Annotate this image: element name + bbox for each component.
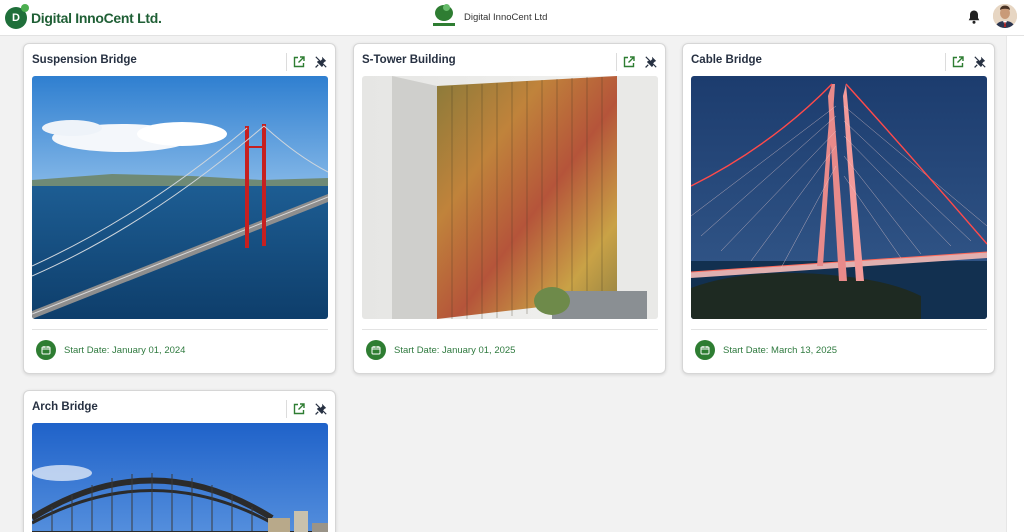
- pin-icon[interactable]: [315, 56, 327, 68]
- project-card-suspension-bridge[interactable]: Suspension Bridge Start Date: January 01…: [23, 43, 336, 374]
- cable-bridge-photo: [691, 76, 987, 319]
- project-title: Cable Bridge: [691, 54, 762, 66]
- open-external-icon[interactable]: [952, 56, 964, 68]
- arch-bridge-photo: [32, 423, 328, 532]
- card-actions: [286, 53, 327, 71]
- start-date-row: Start Date: March 13, 2025: [695, 340, 837, 360]
- project-title: S-Tower Building: [362, 54, 456, 66]
- brand-name: Digital InnoCent Ltd.: [31, 10, 162, 26]
- open-external-icon[interactable]: [623, 56, 635, 68]
- project-title: Arch Bridge: [32, 401, 98, 413]
- card-divider: [32, 329, 328, 330]
- calendar-icon: [366, 340, 386, 360]
- card-divider: [691, 329, 987, 330]
- project-title: Suspension Bridge: [32, 54, 137, 66]
- project-card-arch-bridge[interactable]: Arch Bridge: [23, 390, 336, 532]
- company-name: Digital InnoCent Ltd: [464, 11, 548, 23]
- bell-icon[interactable]: [966, 9, 982, 25]
- project-card-cable-bridge[interactable]: Cable Bridge Start Date: March 13, 2025: [682, 43, 995, 374]
- calendar-icon: [695, 340, 715, 360]
- open-external-icon[interactable]: [293, 403, 305, 415]
- center-company-logo: Digital InnoCent Ltd: [433, 4, 547, 30]
- brand-mark-icon: D: [5, 4, 29, 29]
- card-divider: [362, 329, 658, 330]
- suspension-bridge-photo: [32, 76, 328, 319]
- tower-building-photo: [362, 76, 658, 319]
- user-avatar[interactable]: [993, 4, 1017, 28]
- start-date-label: Start Date: March 13, 2025: [723, 344, 838, 356]
- start-date-label: Start Date: January 01, 2024: [64, 344, 186, 356]
- card-actions: [616, 53, 657, 71]
- pin-icon[interactable]: [315, 403, 327, 415]
- page-scrollbar[interactable]: [1006, 36, 1024, 532]
- start-date-row: Start Date: January 01, 2024: [36, 340, 185, 360]
- pin-icon[interactable]: [645, 56, 657, 68]
- top-navigation-bar: D Digital InnoCent Ltd. Digital InnoCent…: [0, 0, 1024, 36]
- project-card-s-tower-building[interactable]: S-Tower Building Start Date: January 01,…: [353, 43, 666, 374]
- open-external-icon[interactable]: [293, 56, 305, 68]
- start-date-row: Start Date: January 01, 2025: [366, 340, 515, 360]
- calendar-icon: [36, 340, 56, 360]
- company-logo-icon: [433, 4, 455, 30]
- pin-icon[interactable]: [974, 56, 986, 68]
- card-actions: [286, 400, 327, 418]
- brand-logo[interactable]: D Digital InnoCent Ltd.: [5, 4, 162, 30]
- start-date-label: Start Date: January 01, 2025: [394, 344, 516, 356]
- card-actions: [945, 53, 986, 71]
